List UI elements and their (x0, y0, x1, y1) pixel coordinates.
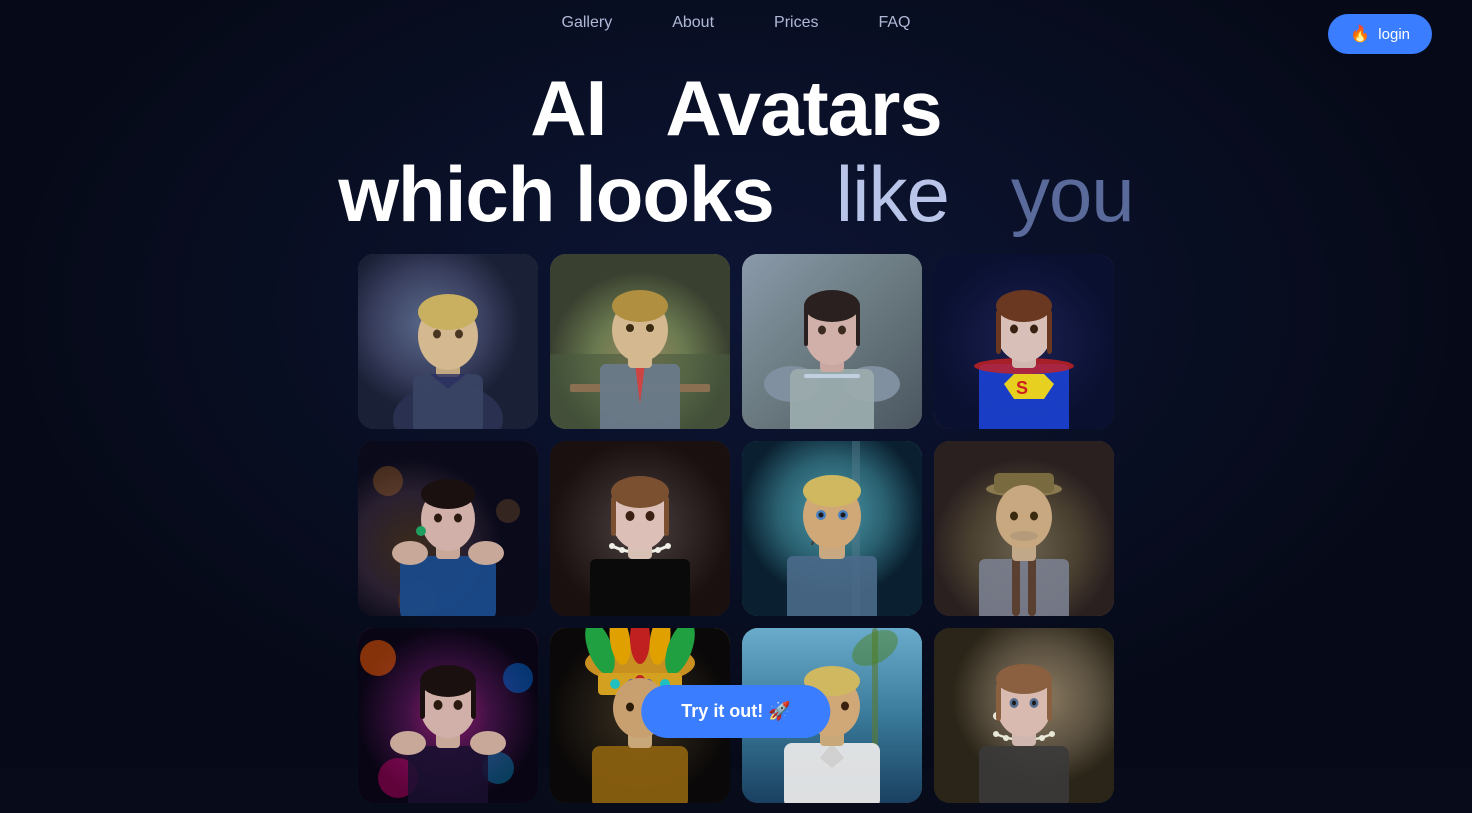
hero-line1: AI Avatars (0, 66, 1472, 152)
hero-which-looks: which looks (338, 150, 773, 238)
gallery-item-9[interactable] (358, 628, 538, 803)
gallery-item-12[interactable] (934, 628, 1114, 803)
nav-about[interactable]: About (672, 14, 714, 32)
gallery-item-6[interactable] (550, 441, 730, 616)
gallery-item-1[interactable] (358, 254, 538, 429)
hero-section: AI Avatars which looks like you (0, 46, 1472, 254)
hero-like: like (836, 150, 949, 238)
hero-avatars: Avatars (665, 64, 941, 152)
nav-gallery[interactable]: Gallery (562, 14, 613, 32)
svg-text:S: S (1016, 378, 1028, 398)
hero-ai: AI (530, 64, 606, 152)
gallery-item-3[interactable] (742, 254, 922, 429)
cta-button[interactable]: Try it out! 🚀 (641, 685, 830, 738)
gallery-item-5[interactable] (358, 441, 538, 616)
gallery-item-7[interactable] (742, 441, 922, 616)
gallery-item-2[interactable] (550, 254, 730, 429)
login-label: login (1378, 26, 1410, 43)
fire-icon: 🔥 (1350, 24, 1370, 44)
nav-links: Gallery About Prices FAQ (562, 14, 911, 32)
hero-you: you (1011, 150, 1134, 238)
cta-container: Try it out! 🚀 (641, 685, 830, 738)
nav-prices[interactable]: Prices (774, 14, 818, 32)
nav-faq[interactable]: FAQ (878, 14, 910, 32)
gallery-item-4[interactable]: S (934, 254, 1114, 429)
gallery-item-8[interactable] (934, 441, 1114, 616)
hero-line2: which looks like you (0, 152, 1472, 238)
navigation: Gallery About Prices FAQ 🔥 login (0, 0, 1472, 46)
